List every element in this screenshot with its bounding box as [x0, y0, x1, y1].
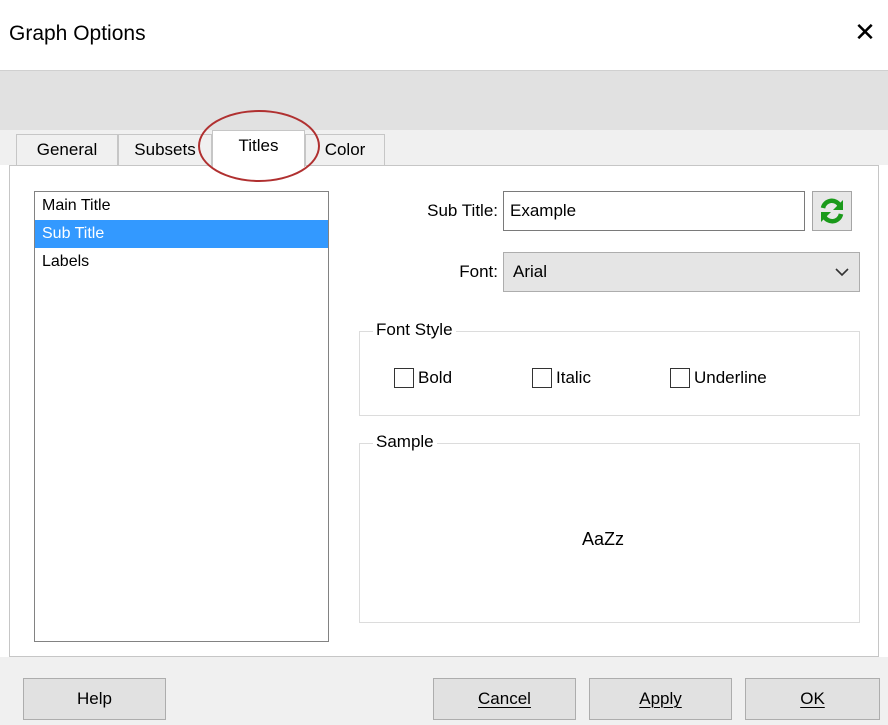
- title-listbox[interactable]: Main Title Sub Title Labels: [34, 191, 329, 642]
- tab-subsets-label: Subsets: [134, 140, 196, 159]
- tab-general-label: General: [36, 140, 98, 159]
- ok-button-label: OK: [800, 689, 825, 708]
- cancel-button[interactable]: Cancel: [433, 678, 576, 720]
- ok-button[interactable]: OK: [745, 678, 880, 720]
- font-label: Font:: [459, 262, 498, 281]
- list-item-main-title[interactable]: Main Title: [35, 192, 328, 220]
- tab-subsets[interactable]: Subsets: [118, 134, 212, 165]
- sample-group: Sample AaZz: [359, 432, 860, 623]
- tab-titles-label: Titles: [238, 136, 279, 155]
- subtitle-label: Sub Title:: [427, 201, 498, 220]
- underline-checkbox[interactable]: [670, 368, 690, 388]
- refresh-button[interactable]: [812, 191, 852, 231]
- subtitle-input[interactable]: Example: [503, 191, 805, 231]
- tab-color-label: Color: [324, 140, 366, 159]
- titles-panel: Main Title Sub Title Labels Sub Title: E…: [9, 165, 879, 657]
- header-band: [0, 70, 888, 130]
- tab-color[interactable]: Color: [305, 134, 385, 165]
- bold-checkbox-row[interactable]: Bold: [394, 368, 452, 388]
- list-item-sub-title[interactable]: Sub Title: [35, 220, 328, 248]
- tab-general[interactable]: General: [16, 134, 118, 165]
- italic-label: Italic: [556, 368, 591, 387]
- font-style-group: Font Style Bold Italic Underline: [359, 320, 860, 416]
- window-title: Graph Options: [9, 22, 146, 45]
- bold-label: Bold: [418, 368, 453, 387]
- chevron-down-icon: [835, 268, 849, 277]
- font-select[interactable]: Arial: [503, 252, 860, 292]
- italic-checkbox[interactable]: [532, 368, 552, 388]
- help-button-label: Help: [77, 689, 112, 708]
- font-style-label: Font Style: [373, 320, 456, 340]
- tab-titles[interactable]: Titles: [212, 130, 305, 167]
- underline-checkbox-row[interactable]: Underline: [670, 368, 767, 388]
- sample-label: Sample: [373, 432, 437, 452]
- tab-strip: General Subsets Titles Color: [0, 130, 888, 167]
- close-icon[interactable]: ✕: [850, 18, 880, 48]
- bold-checkbox[interactable]: [394, 368, 414, 388]
- apply-button[interactable]: Apply: [589, 678, 732, 720]
- underline-label: Underline: [694, 368, 767, 387]
- italic-checkbox-row[interactable]: Italic: [532, 368, 591, 388]
- list-item-labels[interactable]: Labels: [35, 248, 328, 276]
- refresh-icon: [820, 198, 844, 224]
- sample-preview-text: AaZz: [582, 529, 625, 549]
- help-button[interactable]: Help: [23, 678, 166, 720]
- title-bar: Graph Options ✕: [0, 0, 888, 70]
- button-bar: Help Cancel Apply OK: [0, 657, 888, 725]
- font-select-value: Arial: [513, 262, 548, 281]
- apply-button-label: Apply: [639, 689, 682, 708]
- cancel-button-label: Cancel: [478, 689, 531, 708]
